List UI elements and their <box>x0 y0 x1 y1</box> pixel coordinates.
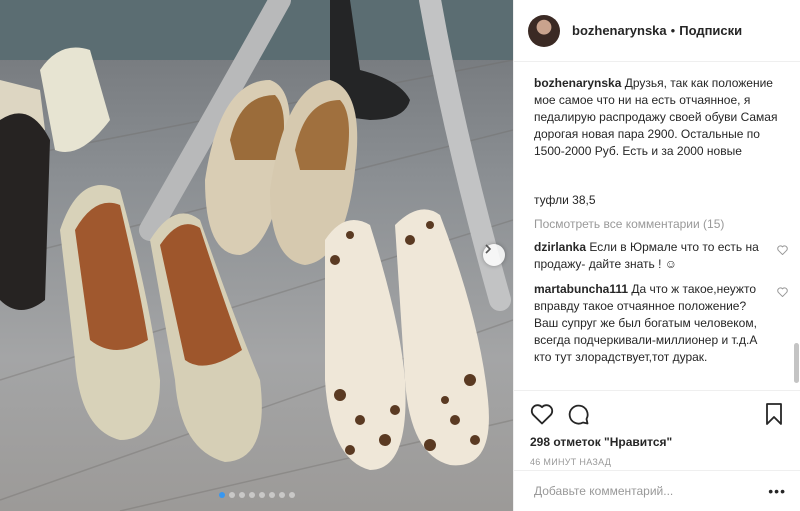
caption-extra: туфли 38,5 <box>534 193 596 207</box>
bookmark-icon <box>766 403 782 425</box>
comment-item: martabuncha111 Да что ж такое,неужто впр… <box>534 281 790 366</box>
like-button[interactable] <box>530 403 554 425</box>
comment-button[interactable] <box>566 402 590 426</box>
view-all-comments-link[interactable]: Посмотреть все комментарии (15) <box>534 217 790 231</box>
like-comment-button[interactable] <box>777 243 788 260</box>
post-header: bozhenarynska • Подписки <box>514 0 800 62</box>
post-actions: 298 отметок "Нравится" 46 МИНУТ НАЗАД <box>514 390 800 467</box>
save-button[interactable] <box>764 402 784 426</box>
carousel-dot <box>228 492 235 498</box>
comment-item: dzirlanka Если в Юрмале что то есть на п… <box>534 239 790 273</box>
comment-username[interactable]: martabuncha111 <box>534 282 628 296</box>
action-icons <box>530 397 784 431</box>
avatar[interactable] <box>528 14 560 47</box>
likes-count[interactable]: 298 отметок "Нравится" <box>530 435 784 449</box>
shoes-photo <box>0 0 513 511</box>
more-options-button[interactable]: ••• <box>768 483 786 499</box>
comment-icon <box>568 404 589 425</box>
heart-icon <box>777 245 788 256</box>
post-side-panel: bozhenarynska • Подписки bozhenarynska Д… <box>513 0 800 511</box>
carousel-dot <box>248 492 255 498</box>
following-button[interactable]: Подписки <box>679 23 742 38</box>
post-photo[interactable] <box>0 0 513 511</box>
comments-list: bozhenarynska Друзья, так как положение … <box>514 63 800 389</box>
carousel-dot <box>258 492 265 498</box>
like-comment-button[interactable] <box>777 285 788 302</box>
carousel-dot <box>278 492 285 498</box>
post-caption: bozhenarynska Друзья, так как положение … <box>534 75 790 160</box>
header-separator: • <box>670 23 676 38</box>
shoe <box>40 47 110 152</box>
add-comment-bar: ••• <box>514 470 800 511</box>
carousel-dot <box>288 492 295 498</box>
comment-input[interactable] <box>534 484 769 498</box>
carousel-dots <box>0 492 513 498</box>
chevron-right-icon <box>485 244 492 254</box>
comment-username[interactable]: dzirlanka <box>534 240 586 254</box>
heart-icon <box>777 287 788 298</box>
next-photo-button[interactable] <box>483 244 505 266</box>
comments-scrollbar[interactable] <box>793 63 800 389</box>
heart-icon <box>530 404 554 425</box>
carousel-dot <box>238 492 245 498</box>
post-timestamp: 46 МИНУТ НАЗАД <box>530 457 612 467</box>
scrollbar-thumb[interactable] <box>794 343 799 383</box>
bag <box>0 113 50 310</box>
carousel-dot <box>268 492 275 498</box>
carousel-dot <box>218 492 225 498</box>
caption-username[interactable]: bozhenarynska <box>534 76 621 90</box>
header-username[interactable]: bozhenarynska <box>572 23 667 38</box>
